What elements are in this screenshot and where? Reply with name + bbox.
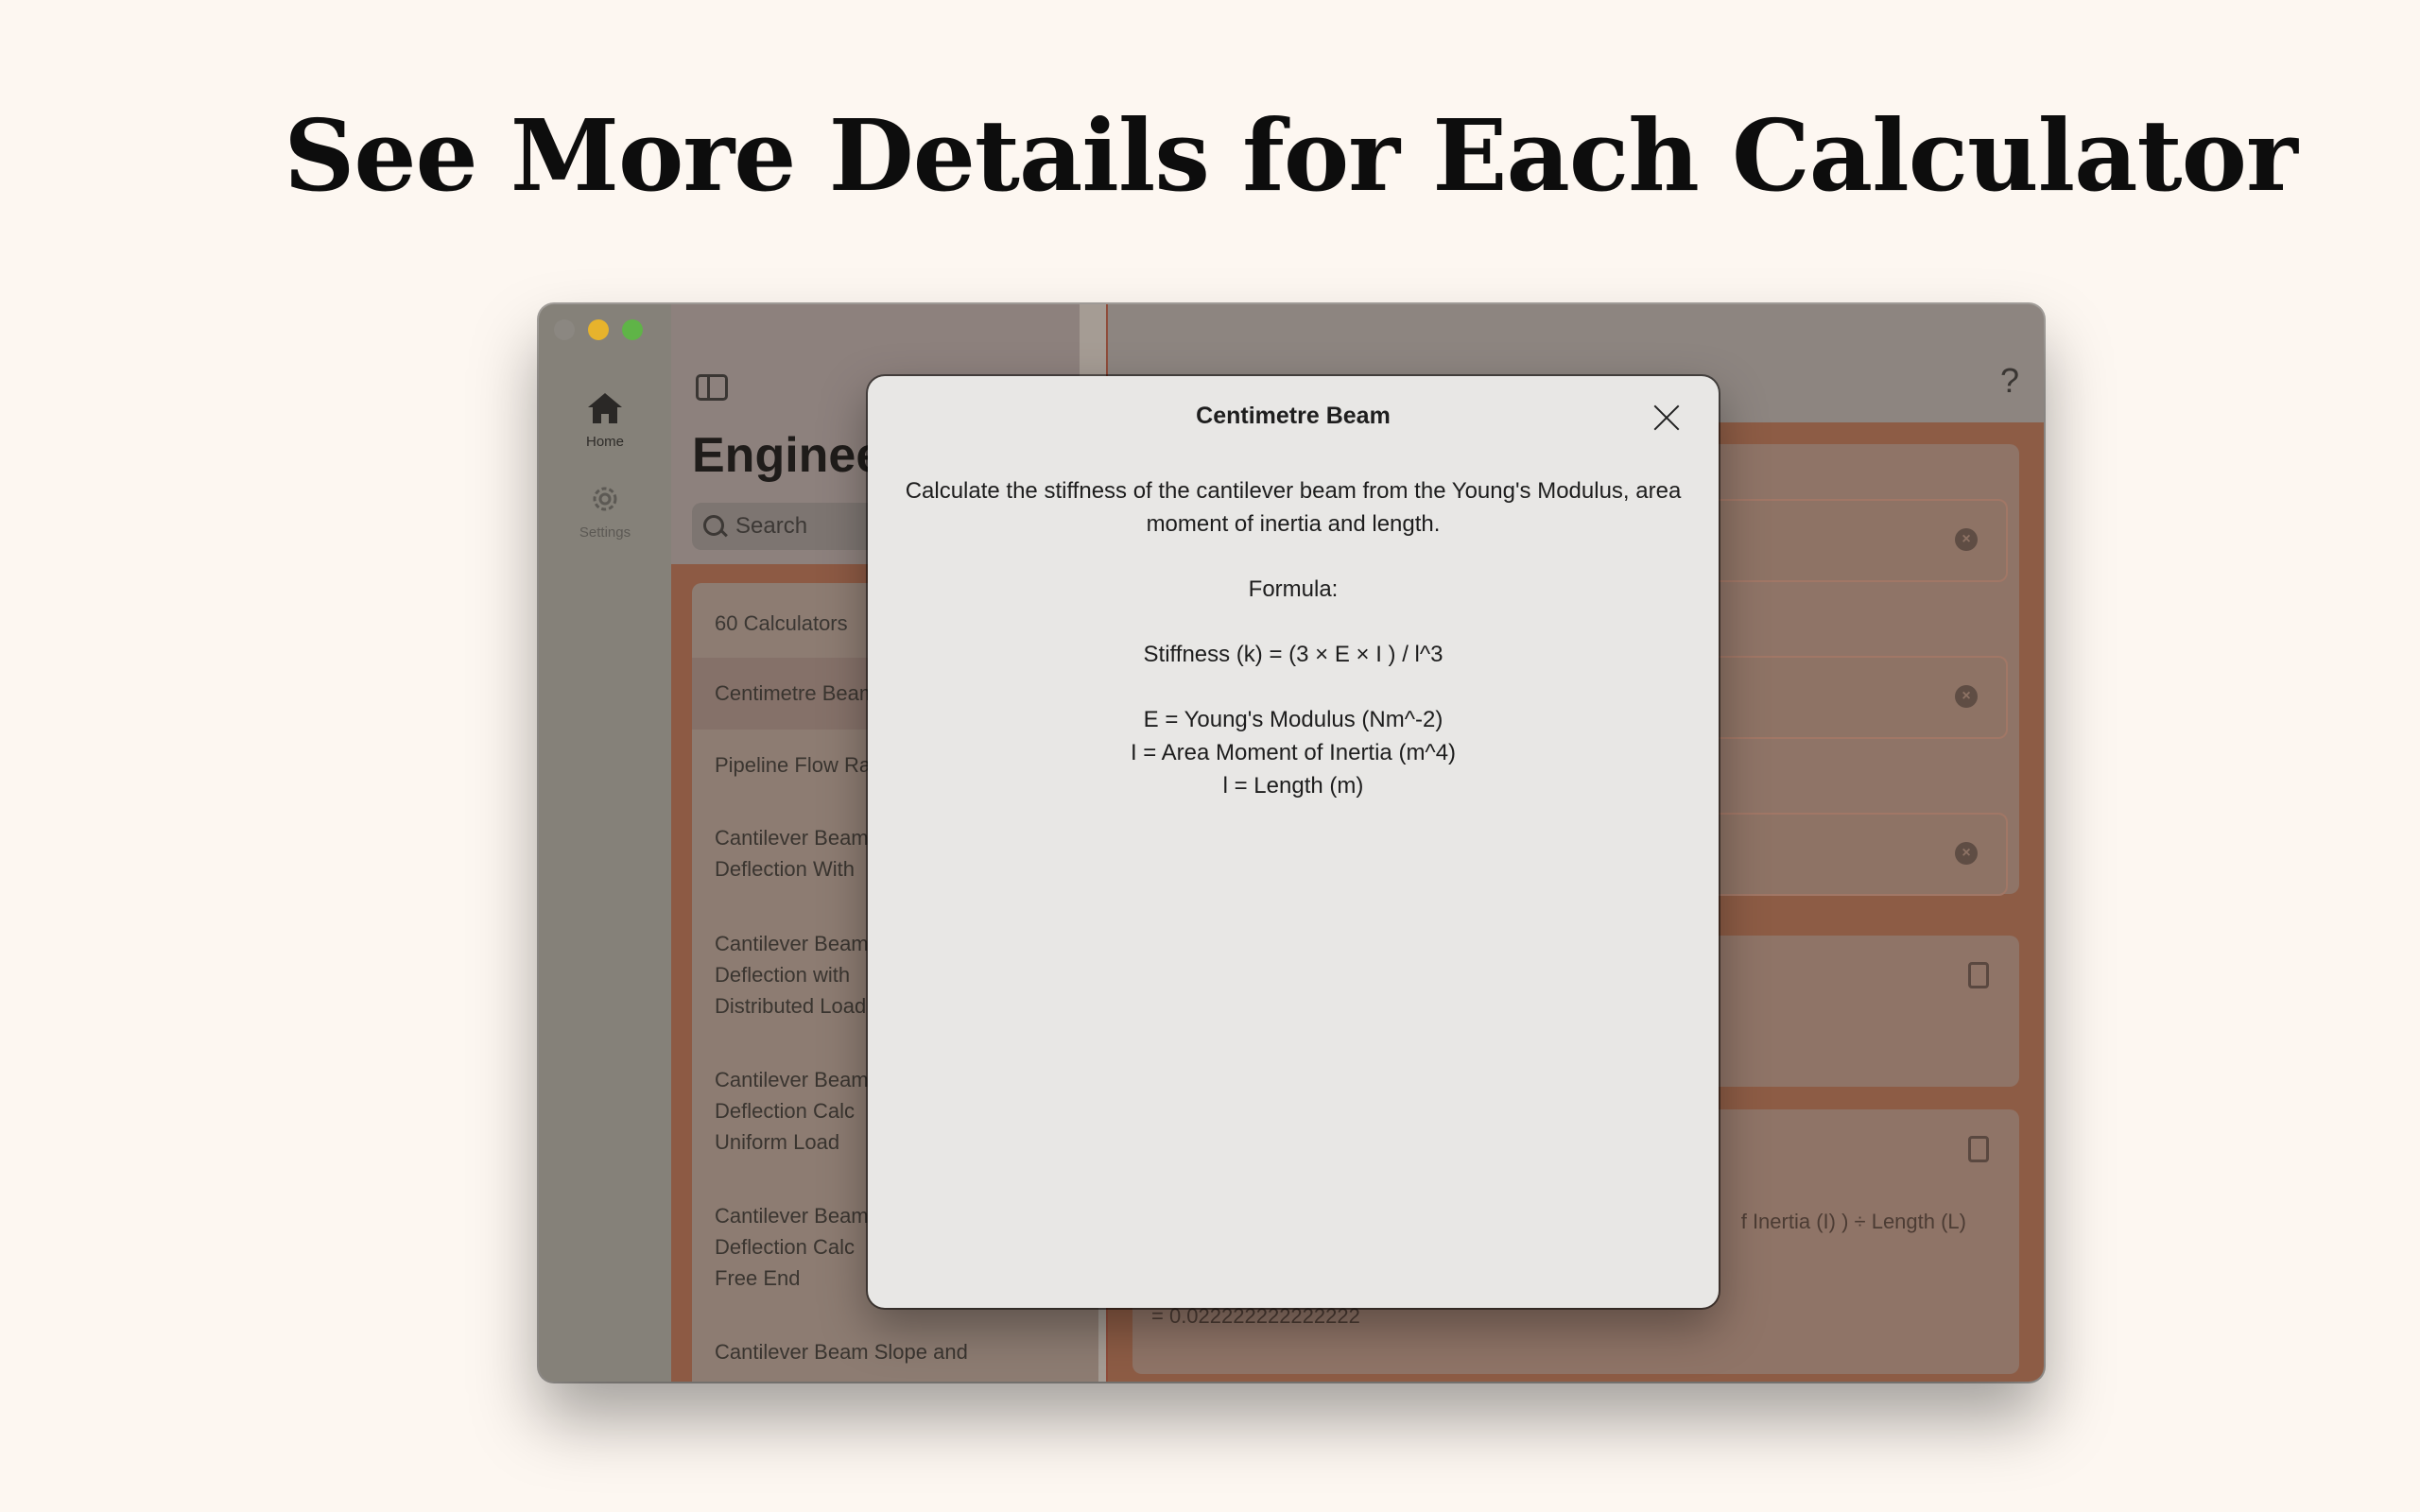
close-window-button[interactable] [554, 319, 575, 340]
copy-icon[interactable] [1968, 1136, 1989, 1162]
variable-definitions: E = Young's Modulus (Nm^-2) I = Area Mom… [887, 703, 1700, 802]
description-line: moment of inertia and length. [1146, 511, 1441, 537]
rail-item-settings[interactable]: Settings [539, 482, 671, 541]
description-line: Calculate the stiffness of the cantileve… [905, 478, 1682, 504]
search-placeholder: Search [735, 513, 808, 539]
help-icon[interactable]: ? [2000, 361, 2019, 401]
variable-l: l = Length (m) [1222, 773, 1364, 799]
navigation-rail: Home Settings [539, 304, 671, 1382]
rail-item-home[interactable]: Home [539, 391, 671, 450]
modal-title: Centimetre Beam [1196, 403, 1391, 429]
page-headline: See More Details for Each Calculator [284, 97, 2297, 214]
rail-item-label: Settings [579, 524, 631, 541]
house-icon [588, 393, 622, 423]
search-icon [703, 515, 724, 536]
variable-e: E = Young's Modulus (Nm^-2) [1143, 707, 1443, 732]
window-controls [554, 319, 643, 340]
gear-icon [593, 487, 617, 511]
modal-description: Calculate the stiffness of the cantileve… [887, 474, 1700, 541]
minimize-window-button[interactable] [588, 319, 609, 340]
formula-heading: Formula: [1248, 576, 1339, 602]
list-item[interactable]: Cantilever Beam Slope and [692, 1336, 1089, 1367]
copy-icon[interactable] [1968, 962, 1989, 988]
clear-icon[interactable]: × [1955, 842, 1978, 865]
rail-item-label: Home [585, 434, 624, 450]
variable-i: I = Area Moment of Inertia (m^4) [1130, 740, 1457, 765]
clear-icon[interactable]: × [1955, 528, 1978, 551]
formula-expression: Stiffness (k) = (3 × E × I ) / l^3 [1143, 642, 1443, 667]
list-item-line: Cantilever Beam Slope and [715, 1340, 968, 1364]
close-icon[interactable] [1652, 403, 1681, 431]
maximize-window-button[interactable] [622, 319, 643, 340]
clear-icon[interactable]: × [1955, 685, 1978, 708]
formula-text: f Inertia (I) ) ÷ Length (L) [1740, 1210, 1966, 1233]
details-modal: Centimetre Beam Calculate the stiffness … [868, 376, 1719, 1308]
sidebar-toggle-icon[interactable] [696, 374, 728, 401]
